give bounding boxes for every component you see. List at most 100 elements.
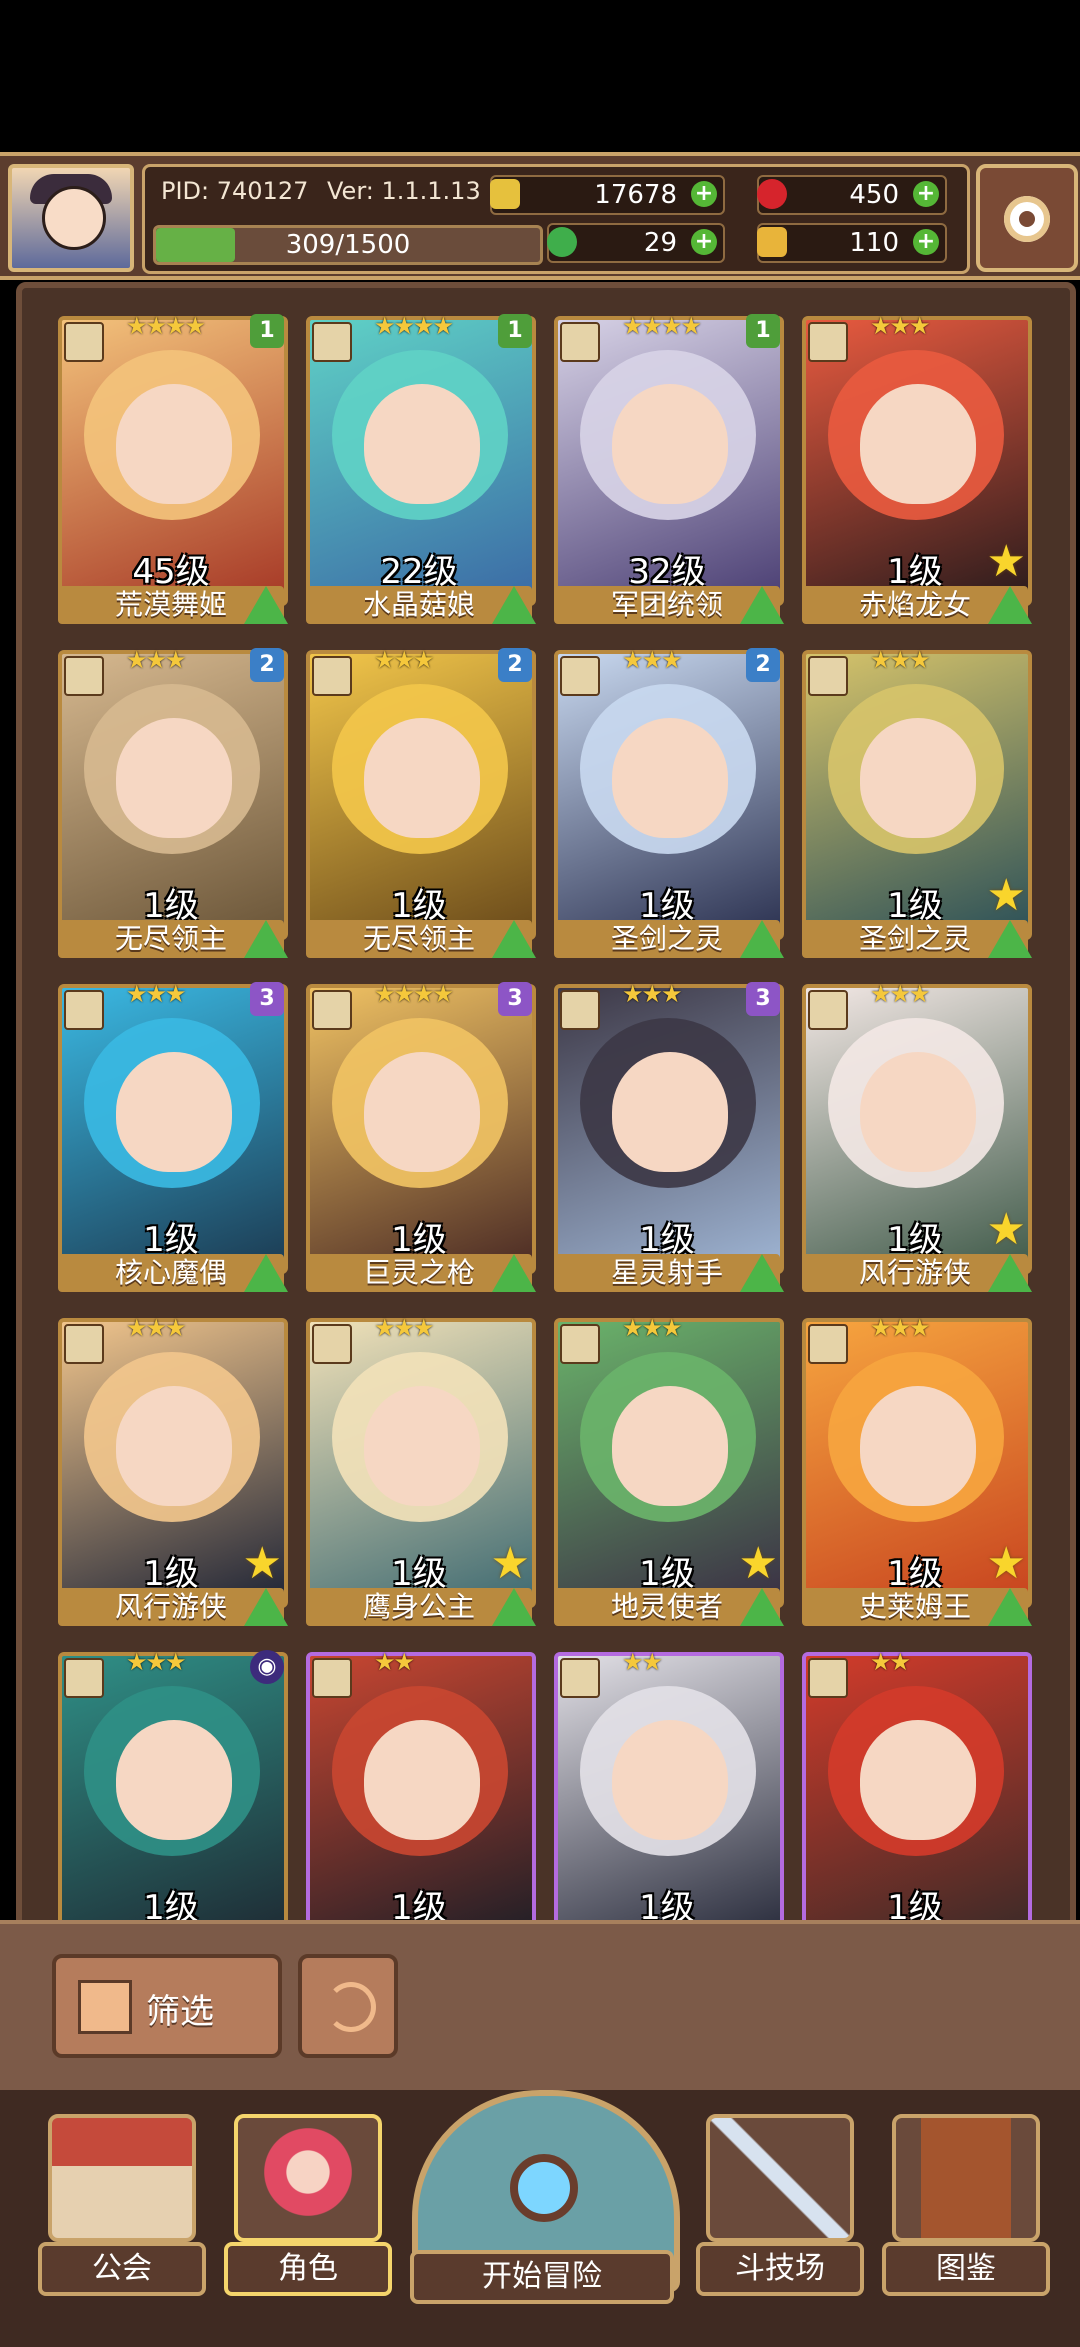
- character-face: [364, 384, 480, 504]
- player-avatar[interactable]: [8, 164, 134, 272]
- gold-amount: 17678: [594, 180, 677, 210]
- character-card[interactable]: ★★★ 2 1级 圣剑之灵: [554, 646, 784, 960]
- clover-icon: [547, 227, 577, 257]
- character-card[interactable]: ★★★ ★ 1级 风行游侠: [802, 980, 1032, 1294]
- add-gold-button[interactable]: +: [691, 181, 717, 207]
- key-icon: [757, 227, 787, 257]
- game-version: Ver: 1.1.1.13: [327, 177, 481, 205]
- character-card[interactable]: ★★★ ◉ 1级: [58, 1648, 288, 1928]
- nav-start-adventure[interactable]: 开始冒险: [410, 2090, 680, 2326]
- character-card[interactable]: ★★★★ 3 1级 巨灵之枪: [306, 980, 536, 1294]
- character-face: [364, 1720, 480, 1840]
- character-card[interactable]: ★★★★ 1 32级 军团统领: [554, 312, 784, 626]
- weapon-type-icon: [64, 656, 104, 696]
- player-id: PID: 740127: [161, 177, 309, 205]
- star-rating: ★★★: [126, 980, 187, 1008]
- key-counter: 110 +: [757, 223, 947, 263]
- star-rating: ★★★: [622, 1314, 683, 1342]
- star-rating: ★★★: [622, 980, 683, 1008]
- filter-grid-icon: [78, 1980, 132, 2034]
- upgrade-available-icon: [988, 1588, 1032, 1626]
- star-rating: ★★★★: [374, 980, 454, 1008]
- add-keys-button[interactable]: +: [913, 229, 939, 255]
- magnifier-icon: [510, 2154, 578, 2222]
- star-rating: ★★★: [870, 1314, 931, 1342]
- upgrade-available-icon: [492, 586, 536, 624]
- star-rating: ★★★: [374, 646, 435, 674]
- character-face: [116, 1052, 232, 1172]
- nav-codex[interactable]: 图鉴: [882, 2114, 1050, 2314]
- character-card[interactable]: ★★ 1级: [554, 1648, 784, 1928]
- add-clover-button[interactable]: +: [691, 229, 717, 255]
- character-card[interactable]: ★★★ ★ 1级 史莱姆王: [802, 1314, 1032, 1628]
- character-card[interactable]: ★★★ 2 1级 无尽领主: [58, 646, 288, 960]
- character-face: [612, 1386, 728, 1506]
- refresh-button[interactable]: [298, 1954, 398, 2058]
- weapon-type-icon: [64, 990, 104, 1030]
- character-face: [612, 384, 728, 504]
- character-card[interactable]: ★★★ ★ 1级 风行游侠: [58, 1314, 288, 1628]
- weapon-type-icon: [808, 990, 848, 1030]
- character-card[interactable]: ★★★★ 1 22级 水晶菇娘: [306, 312, 536, 626]
- character-face: [364, 718, 480, 838]
- character-face: [612, 718, 728, 838]
- team-badge: 3: [746, 982, 780, 1016]
- upgrade-available-icon: [988, 920, 1032, 958]
- player-info-panel: PID: 740127 Ver: 1.1.1.13 309/1500 17678…: [142, 164, 970, 274]
- filter-label: 筛选: [146, 1992, 214, 2032]
- upgrade-available-icon: [740, 1254, 784, 1292]
- filter-button[interactable]: 筛选: [52, 1954, 282, 2058]
- star-rating: ★★★: [870, 980, 931, 1008]
- weapon-type-icon: [808, 322, 848, 362]
- character-card[interactable]: ★★★ ★ 1级 赤焰龙女: [802, 312, 1032, 626]
- character-card[interactable]: ★★★ ★ 1级 圣剑之灵: [802, 646, 1032, 960]
- character-card[interactable]: ★★★ 2 1级 无尽领主: [306, 646, 536, 960]
- character-card[interactable]: ★★★ 3 1级 星灵射手: [554, 980, 784, 1294]
- star-rating: ★★★: [870, 646, 931, 674]
- character-card[interactable]: ★★ 1级: [802, 1648, 1032, 1928]
- character-face: [364, 1052, 480, 1172]
- upgrade-available-icon: [492, 1588, 536, 1626]
- nav-characters[interactable]: 角色: [224, 2114, 392, 2314]
- weapon-type-icon: [560, 990, 600, 1030]
- character-face: [860, 1386, 976, 1506]
- upgrade-available-icon: [492, 920, 536, 958]
- bottom-navigation: 公会 角色 开始冒险 斗技场 图鉴: [0, 2090, 1080, 2347]
- weapon-type-icon: [312, 656, 352, 696]
- team-badge: ◉: [250, 1650, 284, 1684]
- clover-counter: 29 +: [547, 223, 725, 263]
- character-card[interactable]: ★★ 1级: [306, 1648, 536, 1928]
- character-face: [860, 384, 976, 504]
- gem-amount: 450: [849, 180, 899, 210]
- refresh-icon: [326, 1982, 376, 2032]
- nav-guild[interactable]: 公会: [38, 2114, 206, 2314]
- avatar-face: [42, 186, 106, 250]
- gear-icon: [1004, 196, 1050, 242]
- nav-arena[interactable]: 斗技场: [696, 2114, 864, 2314]
- team-badge: 1: [498, 314, 532, 348]
- guild-building-icon: [48, 2114, 196, 2242]
- nav-characters-label: 角色: [224, 2242, 392, 2296]
- add-gems-button[interactable]: +: [913, 181, 939, 207]
- character-card[interactable]: ★★★ 3 1级 核心魔偶: [58, 980, 288, 1294]
- star-rating: ★★★: [126, 1314, 187, 1342]
- character-face: [860, 1052, 976, 1172]
- character-card[interactable]: ★★★★ 1 45级 荒漠舞姬: [58, 312, 288, 626]
- star-rating: ★★: [622, 1648, 663, 1676]
- character-card[interactable]: ★★★ ★ 1级 鹰身公主: [306, 1314, 536, 1628]
- upgrade-available-icon: [740, 920, 784, 958]
- team-badge: 2: [498, 648, 532, 682]
- team-badge: 1: [250, 314, 284, 348]
- upgrade-available-icon: [244, 1254, 288, 1292]
- weapon-type-icon: [312, 1658, 352, 1698]
- book-icon: [892, 2114, 1040, 2242]
- settings-button[interactable]: [976, 164, 1078, 272]
- upgrade-available-icon: [244, 1588, 288, 1626]
- upgrade-available-icon: [740, 586, 784, 624]
- weapon-type-icon: [560, 1324, 600, 1364]
- weapon-type-icon: [64, 322, 104, 362]
- gold-counter: 17678 +: [490, 175, 725, 215]
- weapon-type-icon: [808, 1324, 848, 1364]
- gold-coin-icon: [490, 179, 520, 209]
- character-card[interactable]: ★★★ ★ 1级 地灵使者: [554, 1314, 784, 1628]
